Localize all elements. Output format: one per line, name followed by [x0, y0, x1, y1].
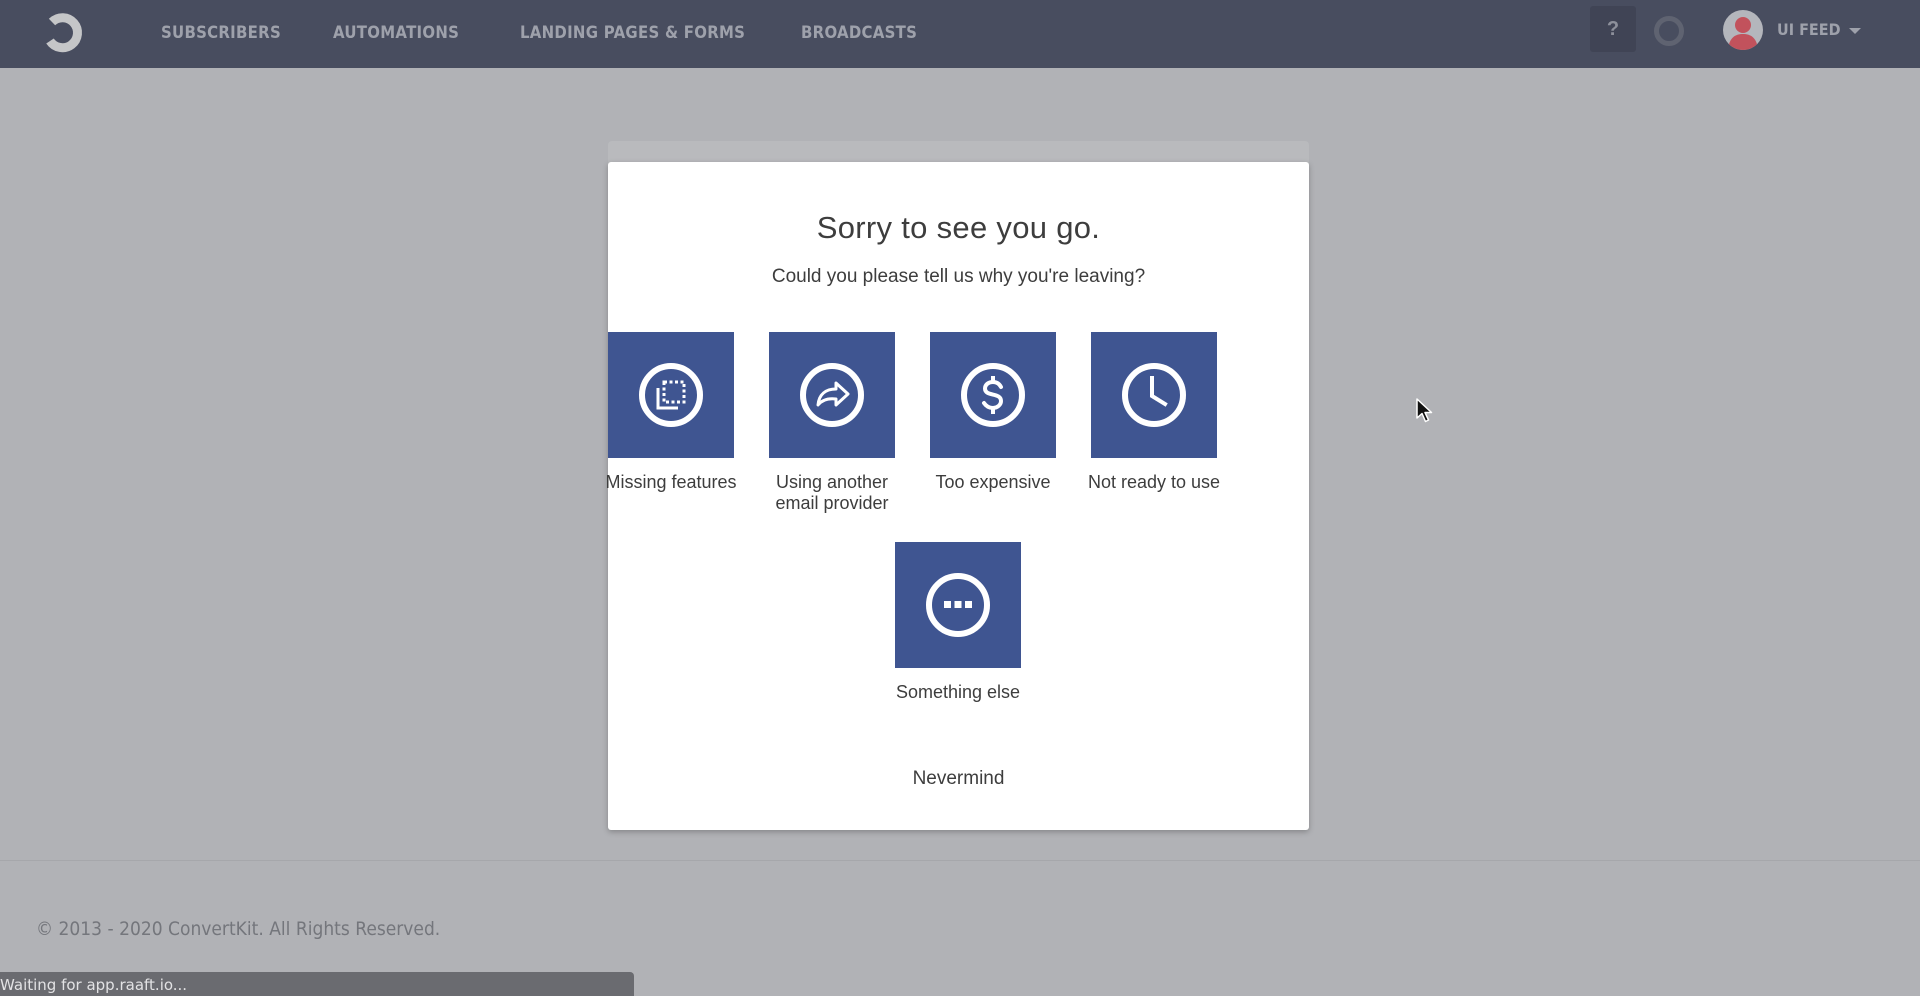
ellipsis-icon	[926, 573, 990, 637]
clock-icon	[1122, 363, 1186, 427]
missing-features-icon	[639, 363, 703, 427]
user-menu-name[interactable]: UI FEED	[1777, 0, 1841, 60]
dollar-icon	[961, 363, 1025, 427]
modal-title: Sorry to see you go.	[816, 210, 1101, 245]
option-too-expensive[interactable]: Too expensive	[913, 332, 1073, 493]
option-not-ready[interactable]: Not ready to use	[1074, 332, 1234, 493]
nav-landing-pages-forms[interactable]: LANDING PAGES & FORMS	[520, 0, 745, 68]
user-silhouette-icon	[1728, 17, 1758, 50]
avatar[interactable]	[1723, 10, 1763, 50]
option-tile[interactable]	[930, 332, 1056, 458]
option-tile[interactable]	[769, 332, 895, 458]
option-tile[interactable]	[895, 542, 1021, 668]
cancel-reason-modal: Sorry to see you go. Could you please te…	[605, 162, 1309, 830]
modal-subtitle: Could you please tell us why you're leav…	[771, 266, 1146, 287]
option-missing-features[interactable]: Missing features	[591, 332, 751, 493]
convertkit-logo-icon[interactable]	[36, 8, 86, 58]
footer-divider	[0, 860, 1920, 861]
option-label: Too expensive	[935, 472, 1051, 492]
help-button[interactable]: ?	[1590, 6, 1636, 52]
option-label: Using another email provider	[775, 472, 889, 513]
browser-status-bar: Waiting for app.raaft.io...	[0, 972, 634, 996]
option-label: Something else	[895, 682, 1021, 702]
mouse-cursor-icon	[1416, 398, 1433, 423]
nav-broadcasts[interactable]: BROADCASTS	[801, 0, 917, 68]
nevermind-link[interactable]: Nevermind	[608, 768, 1309, 790]
option-label: Not ready to use	[1087, 472, 1221, 492]
option-tile[interactable]	[608, 332, 734, 458]
nav-subscribers[interactable]: SUBSCRIBERS	[161, 0, 281, 68]
notification-ring-icon[interactable]	[1654, 16, 1684, 46]
chevron-down-icon[interactable]	[1849, 28, 1861, 34]
footer-copyright: © 2013 - 2020 ConvertKit. All Rights Res…	[36, 918, 441, 940]
option-something-else[interactable]: Something else	[878, 542, 1038, 703]
share-arrow-icon	[800, 363, 864, 427]
nav-automations[interactable]: AUTOMATIONS	[333, 0, 459, 68]
option-label: Missing features	[605, 472, 737, 492]
option-another-provider[interactable]: Using another email provider	[752, 332, 912, 514]
option-tile[interactable]	[1091, 332, 1217, 458]
top-navbar: SUBSCRIBERS AUTOMATIONS LANDING PAGES & …	[0, 0, 1920, 68]
